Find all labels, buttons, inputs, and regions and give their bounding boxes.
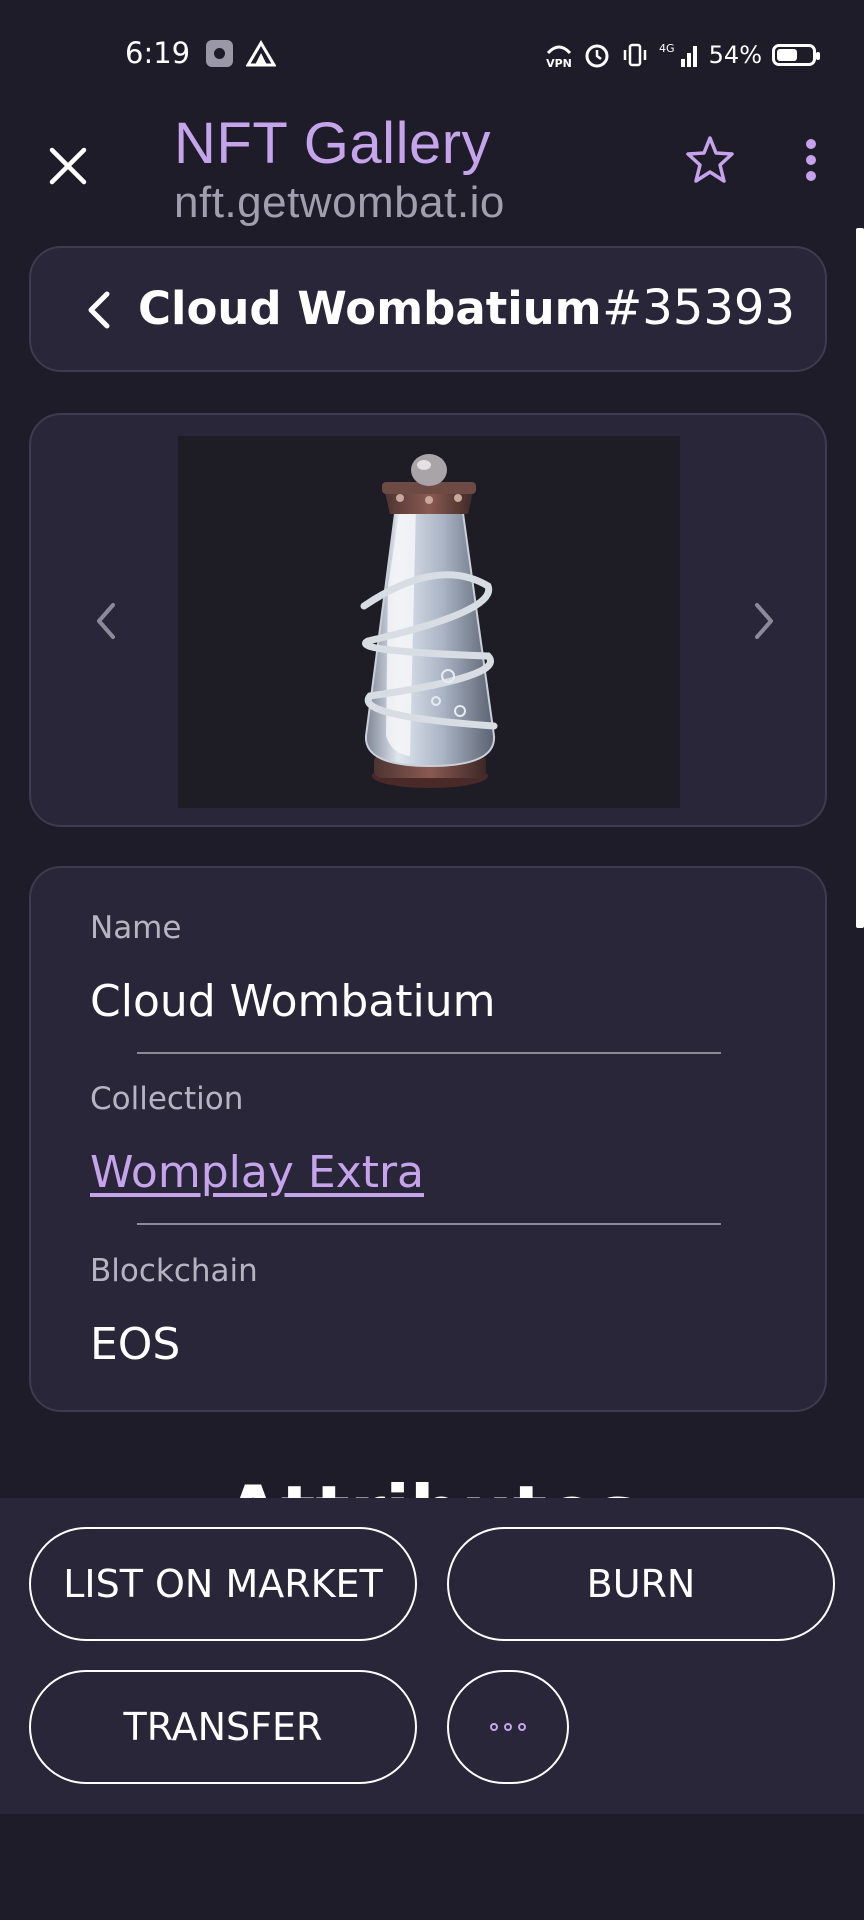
- nft-title: Cloud Wombatium: [138, 282, 602, 335]
- more-horizontal-icon: [490, 1723, 526, 1731]
- battery-percent: 54%: [708, 41, 762, 69]
- gear-icon: [206, 40, 233, 67]
- divider: [137, 1052, 721, 1054]
- close-icon[interactable]: [42, 140, 94, 192]
- navigation-bar: [0, 1814, 864, 1920]
- signal-4g-icon: 4G: [659, 42, 697, 67]
- nft-header-card: Cloud Wombatium #35393: [29, 246, 827, 372]
- name-value: Cloud Wombatium: [90, 976, 496, 1027]
- attributes-heading: Attributes: [0, 1452, 864, 1498]
- app-bar: NFT Gallery nft.getwombat.io: [0, 110, 864, 228]
- name-label: Name: [90, 910, 182, 946]
- scrollbar[interactable]: [856, 228, 864, 928]
- nft-id: #35393: [602, 280, 795, 336]
- potion-bottle-image: [360, 454, 498, 788]
- vpn-label: VPN: [546, 57, 572, 69]
- more-vertical-icon[interactable]: [794, 134, 828, 186]
- nft-image: [178, 436, 680, 808]
- nft-image-card: [29, 413, 827, 827]
- star-icon[interactable]: [684, 134, 736, 186]
- delta-icon: [246, 40, 276, 67]
- list-on-market-button[interactable]: LIST ON MARKET: [29, 1527, 417, 1641]
- status-bar: 6:19 VPN 4G 54%: [0, 0, 864, 110]
- chevron-right-icon[interactable]: [739, 591, 789, 651]
- divider: [137, 1223, 721, 1225]
- status-icons: VPN 4G 54%: [545, 38, 820, 72]
- app-title: NFT Gallery: [174, 111, 492, 176]
- alarm-icon: [585, 44, 609, 68]
- network-label: 4G: [659, 42, 675, 55]
- blockchain-label: Blockchain: [90, 1253, 258, 1289]
- action-bar: LIST ON MARKET BURN TRANSFER: [0, 1498, 864, 1814]
- app-url: nft.getwombat.io: [174, 178, 505, 227]
- collection-link[interactable]: Womplay Extra: [90, 1147, 424, 1198]
- collection-label: Collection: [90, 1081, 244, 1117]
- transfer-button[interactable]: TRANSFER: [29, 1670, 417, 1784]
- battery-icon: [772, 44, 820, 66]
- status-time: 6:19: [125, 36, 191, 70]
- vpn-icon: VPN: [546, 45, 572, 69]
- more-actions-button[interactable]: [447, 1670, 569, 1784]
- chevron-left-icon[interactable]: [81, 591, 131, 651]
- burn-button[interactable]: BURN: [447, 1527, 835, 1641]
- back-chevron-icon[interactable]: [73, 280, 125, 340]
- nft-details-card: Name Cloud Wombatium Collection Womplay …: [29, 866, 827, 1412]
- vibrate-icon: [623, 43, 646, 67]
- blockchain-value: EOS: [90, 1319, 181, 1370]
